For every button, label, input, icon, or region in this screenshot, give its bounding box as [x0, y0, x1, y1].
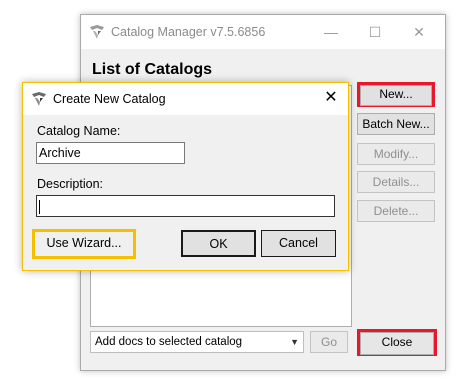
window-title: Catalog Manager v7.5.6856: [111, 25, 266, 39]
minimize-icon[interactable]: —: [321, 23, 341, 41]
new-button[interactable]: New...: [360, 85, 432, 106]
cancel-button[interactable]: Cancel: [261, 230, 336, 257]
list-of-catalogs-heading: List of Catalogs: [92, 61, 213, 78]
wizard-button-highlight: Use Wizard...: [32, 229, 136, 259]
main-title-bar[interactable]: Catalog Manager v7.5.6856 — ☐ ✕: [81, 15, 445, 49]
batch-new-button[interactable]: Batch New...: [357, 113, 435, 135]
details-button[interactable]: Details...: [357, 171, 435, 193]
go-button[interactable]: Go: [310, 331, 348, 353]
dropdown-arrow-icon: ▼: [290, 337, 299, 347]
app-logo-icon: [89, 24, 105, 43]
close-button-highlight: Close: [357, 329, 437, 356]
text-caret: [39, 199, 40, 214]
close-button[interactable]: Close: [360, 332, 434, 355]
dialog-title: Create New Catalog: [53, 92, 166, 106]
dialog-logo-icon: [31, 91, 47, 110]
maximize-icon[interactable]: ☐: [365, 23, 385, 41]
close-icon[interactable]: ✕: [409, 23, 429, 41]
action-dropdown-value: Add docs to selected catalog: [95, 336, 243, 348]
ok-button[interactable]: OK: [181, 230, 256, 257]
description-label: Description:: [37, 177, 103, 191]
dialog-close-icon[interactable]: ✕: [319, 87, 343, 109]
catalog-name-label: Catalog Name:: [37, 124, 121, 138]
action-dropdown[interactable]: Add docs to selected catalog ▼: [90, 331, 304, 353]
create-new-catalog-dialog: Create New Catalog ✕ Catalog Name: Archi…: [22, 82, 349, 271]
description-input[interactable]: [36, 195, 335, 217]
modify-button[interactable]: Modify...: [357, 143, 435, 165]
use-wizard-button[interactable]: Use Wizard...: [35, 232, 133, 256]
delete-button[interactable]: Delete...: [357, 200, 435, 222]
new-button-highlight: New...: [357, 82, 435, 107]
catalog-name-input[interactable]: Archive: [36, 142, 185, 164]
dialog-title-bar[interactable]: Create New Catalog ✕: [23, 83, 348, 115]
